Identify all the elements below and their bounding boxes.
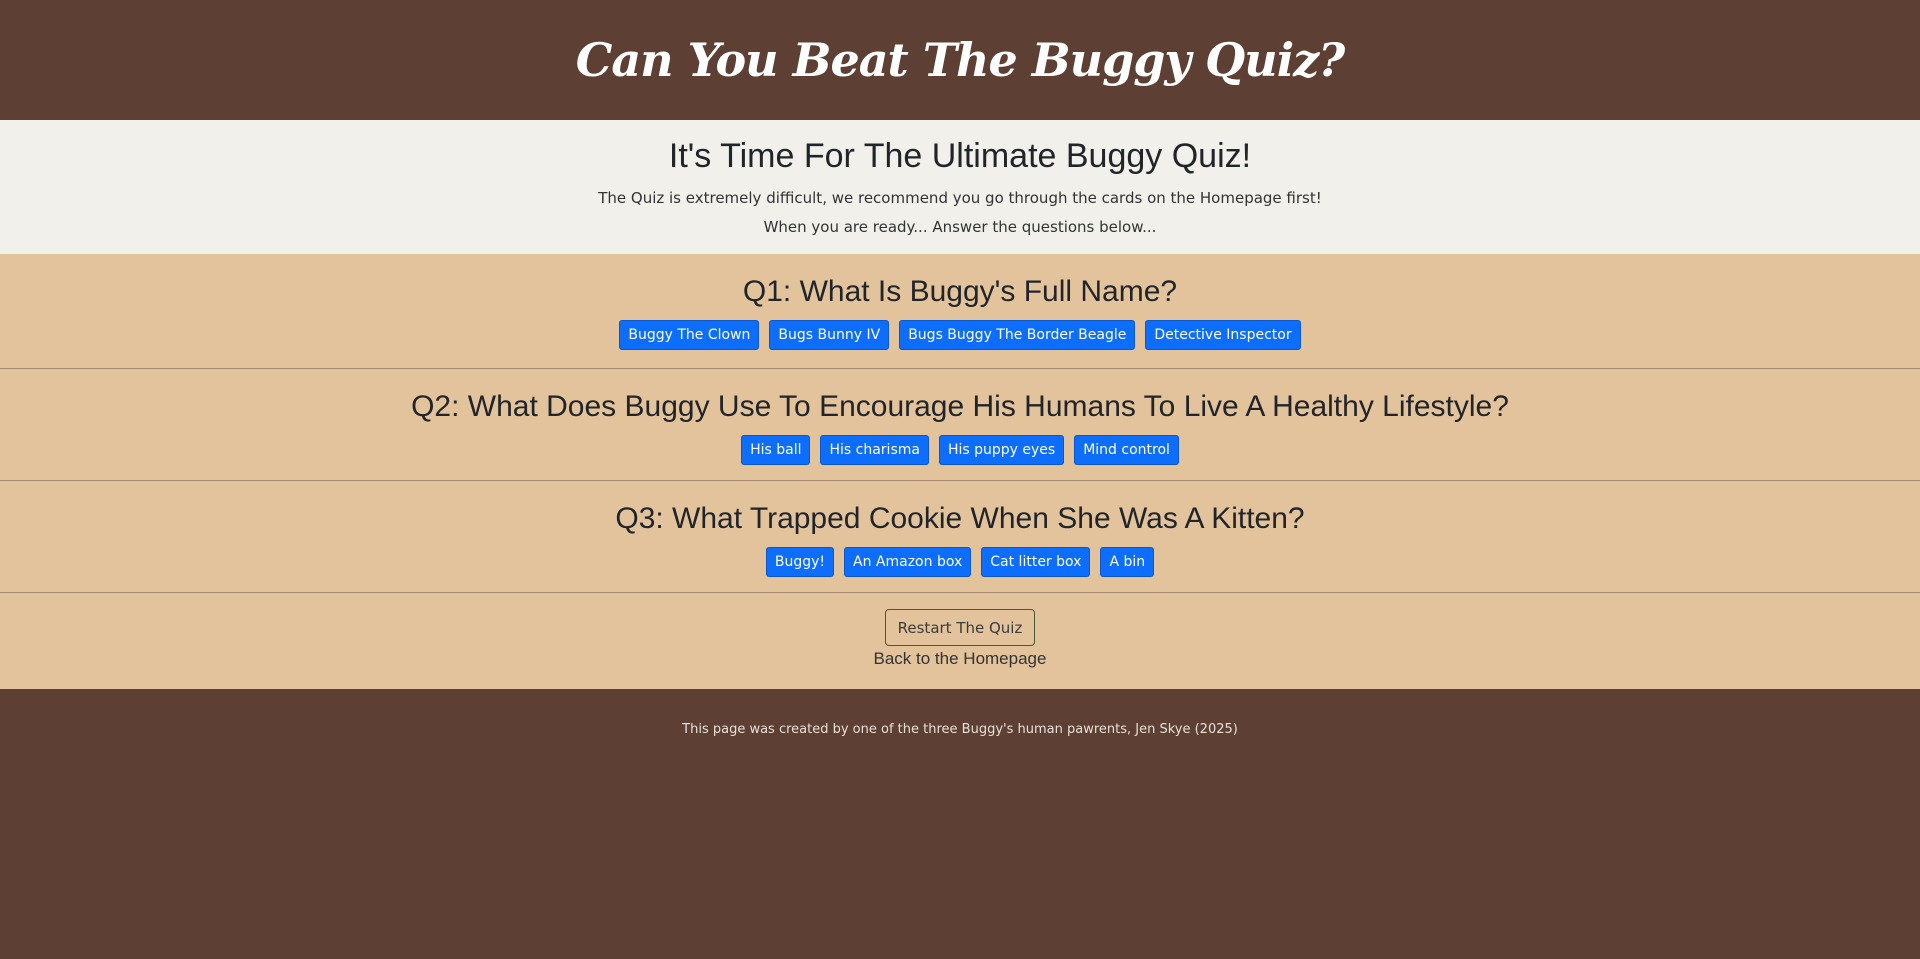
question-2: Q2: What Does Buggy Use To Encourage His… [0, 369, 1920, 481]
question-2-answers: His ball His charisma His puppy eyes Min… [0, 435, 1920, 465]
question-2-title: Q2: What Does Buggy Use To Encourage His… [411, 390, 1509, 423]
q3-answer-1-button[interactable]: Buggy! [765, 547, 835, 577]
q2-answer-1-button[interactable]: His ball [741, 435, 811, 465]
q3-answer-4-button[interactable]: A bin [1100, 547, 1155, 577]
question-3-answers: Buggy! An Amazon box Cat litter box A bi… [0, 547, 1920, 577]
footer-credit: This page was created by one of the thre… [682, 722, 1238, 737]
question-3-title: Q3: What Trapped Cookie When She Was A K… [615, 502, 1305, 535]
question-3: Q3: What Trapped Cookie When She Was A K… [0, 481, 1920, 593]
site-footer: This page was created by one of the thre… [0, 689, 1920, 737]
site-title: Can You Beat The Buggy Quiz? [575, 33, 1345, 87]
site-header: Can You Beat The Buggy Quiz? [0, 0, 1920, 120]
intro-line-1: The Quiz is extremely difficult, we reco… [598, 189, 1322, 207]
q1-answer-2-button[interactable]: Bugs Bunny IV [769, 320, 890, 350]
q2-answer-3-button[interactable]: His puppy eyes [938, 435, 1065, 465]
q3-answer-3-button[interactable]: Cat litter box [981, 547, 1091, 577]
q1-answer-4-button[interactable]: Detective Inspector [1145, 320, 1301, 350]
intro-line-2: When you are ready... Answer the questio… [763, 218, 1157, 236]
intro-heading: It's Time For The Ultimate Buggy Quiz! [668, 137, 1252, 175]
intro-section: It's Time For The Ultimate Buggy Quiz! T… [0, 120, 1920, 254]
q2-answer-4-button[interactable]: Mind control [1074, 435, 1179, 465]
question-1: Q1: What Is Buggy's Full Name? Buggy The… [0, 254, 1920, 369]
question-1-title: Q1: What Is Buggy's Full Name? [742, 275, 1178, 308]
quiz-controls: Restart The Quiz Back to the Homepage [0, 593, 1920, 689]
q2-answer-2-button[interactable]: His charisma [820, 435, 929, 465]
back-to-homepage-link[interactable]: Back to the Homepage [0, 649, 1920, 669]
q1-answer-3-button[interactable]: Bugs Buggy The Border Beagle [899, 320, 1136, 350]
question-1-answers: Buggy The Clown Bugs Bunny IV Bugs Buggy… [0, 320, 1920, 350]
q3-answer-2-button[interactable]: An Amazon box [844, 547, 972, 577]
q1-answer-1-button[interactable]: Buggy The Clown [619, 320, 760, 350]
quiz-section: Q1: What Is Buggy's Full Name? Buggy The… [0, 254, 1920, 689]
restart-quiz-button[interactable]: Restart The Quiz [884, 609, 1036, 646]
